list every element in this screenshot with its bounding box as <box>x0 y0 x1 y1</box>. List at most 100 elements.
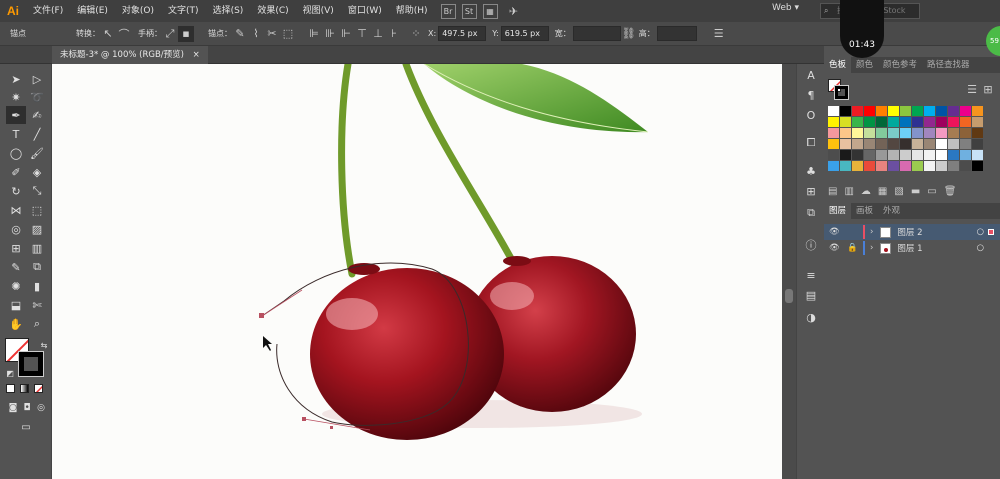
swatch[interactable] <box>840 128 851 138</box>
align-center-icon[interactable]: ⊪ <box>322 26 338 42</box>
shape-builder-tool-icon[interactable]: ◎ <box>6 220 26 238</box>
rotate-tool-icon[interactable]: ↻ <box>6 182 26 200</box>
swatch[interactable] <box>900 161 911 171</box>
target-icon[interactable]: ○ <box>977 227 984 237</box>
align-top-icon[interactable]: ⊤ <box>354 26 370 42</box>
swatch[interactable] <box>972 161 983 171</box>
swatch[interactable] <box>864 128 875 138</box>
screen-mode-icon[interactable]: ▭ <box>16 418 36 436</box>
swatch[interactable] <box>888 117 899 127</box>
swatch[interactable] <box>876 117 887 127</box>
gradient-tool-icon[interactable]: ▥ <box>27 239 47 257</box>
tab-swatches[interactable]: 色板 <box>824 57 852 73</box>
swatch[interactable] <box>852 161 863 171</box>
gradient-panel-icon[interactable]: ▤ <box>801 286 821 304</box>
swatch[interactable] <box>912 161 923 171</box>
free-transform-tool-icon[interactable]: ⬚ <box>27 201 47 219</box>
lock-icon[interactable]: 🔒 <box>847 243 859 253</box>
swatch[interactable] <box>888 161 899 171</box>
reference-point-icon[interactable]: ⁘ <box>408 26 424 42</box>
swatch[interactable] <box>876 128 887 138</box>
workspace-switcher[interactable]: Web ▾ <box>772 3 799 13</box>
swatch[interactable] <box>876 161 887 171</box>
transform-panel-icon[interactable]: ⧠ <box>801 134 821 152</box>
swatch[interactable] <box>960 128 971 138</box>
swatch[interactable] <box>948 150 959 160</box>
menu-help[interactable]: 帮助(H) <box>389 0 435 22</box>
swatch[interactable] <box>948 139 959 149</box>
constrain-icon[interactable]: ⛓ <box>621 26 637 42</box>
artboard-tool-icon[interactable]: ⬓ <box>6 296 26 314</box>
cut-path-icon[interactable]: ✂ <box>264 26 280 42</box>
tab-color[interactable]: 颜色 <box>851 57 878 73</box>
swatch[interactable] <box>948 117 959 127</box>
mesh-tool-icon[interactable]: ⊞ <box>6 239 26 257</box>
menu-select[interactable]: 选择(S) <box>206 0 251 22</box>
swatch[interactable] <box>936 150 947 160</box>
tab-color-guide[interactable]: 颜色参考 <box>878 57 922 73</box>
swatch[interactable] <box>828 128 839 138</box>
swatch[interactable] <box>888 106 899 116</box>
swatch[interactable] <box>924 128 935 138</box>
swatch[interactable] <box>828 150 839 160</box>
lasso-tool-icon[interactable]: ➰ <box>27 88 47 106</box>
swatch-options-icon[interactable]: ▦ <box>878 186 887 197</box>
swatch[interactable] <box>888 139 899 149</box>
symbols-panel-icon[interactable]: ♣ <box>801 162 821 180</box>
swatch[interactable] <box>888 150 899 160</box>
swatch[interactable] <box>840 150 851 160</box>
menu-object[interactable]: 对象(O) <box>115 0 161 22</box>
align-panel-icon[interactable]: ⊞ <box>801 182 821 200</box>
swatch[interactable] <box>936 117 947 127</box>
paintbrush-tool-icon[interactable]: 🖌 <box>27 144 47 162</box>
pen-tool-icon[interactable]: ✒ <box>6 106 26 124</box>
color-group-icon[interactable]: ▧ <box>894 186 903 197</box>
swatch[interactable] <box>924 161 935 171</box>
swatch[interactable] <box>912 139 923 149</box>
eye-icon[interactable]: 👁 <box>829 243 841 253</box>
cloud-library-icon[interactable]: ☁ <box>861 186 871 197</box>
swatch[interactable] <box>936 161 947 171</box>
artboard-canvas[interactable] <box>52 64 782 479</box>
ellipse-tool-icon[interactable]: ◯ <box>6 144 26 162</box>
swatch[interactable] <box>960 150 971 160</box>
stock-button[interactable]: St <box>461 3 477 19</box>
tab-layers[interactable]: 图层 <box>824 203 852 219</box>
width-tool-icon[interactable]: ⋈ <box>6 201 26 219</box>
swatch[interactable] <box>936 139 947 149</box>
transparency-panel-icon[interactable]: ◑ <box>801 308 821 326</box>
slice-tool-icon[interactable]: ✄ <box>27 296 47 314</box>
stroke-panel-icon[interactable]: ≡ <box>801 266 821 284</box>
swatch[interactable] <box>852 150 863 160</box>
target-icon[interactable]: ○ <box>977 243 984 253</box>
line-tool-icon[interactable]: ╱ <box>27 125 47 143</box>
swatch[interactable] <box>972 139 983 149</box>
swatch[interactable] <box>972 150 983 160</box>
swatch[interactable] <box>948 161 959 171</box>
vertical-scrollbar[interactable] <box>782 64 796 479</box>
tab-pathfinder[interactable]: 路径查找器 <box>922 57 975 73</box>
swatch[interactable] <box>864 117 875 127</box>
panel-menu-icon[interactable]: ☰ <box>711 26 727 42</box>
swatch[interactable] <box>888 128 899 138</box>
swatch[interactable] <box>900 106 911 116</box>
swatch[interactable] <box>864 139 875 149</box>
hand-tool-icon[interactable]: ✋ <box>6 315 26 333</box>
layer-row-2[interactable]: 👁 › 图层 2 ○ <box>824 224 1000 240</box>
remove-anchor-icon[interactable]: ✎ <box>232 26 248 42</box>
align-left-icon[interactable]: ⊫ <box>306 26 322 42</box>
bridge-button[interactable]: Br <box>440 3 456 19</box>
swatch[interactable] <box>864 106 875 116</box>
character-panel-icon[interactable]: A <box>801 66 821 84</box>
swatch[interactable] <box>912 150 923 160</box>
swatch-library-icon[interactable]: ▤ <box>828 186 837 197</box>
paragraph-panel-icon[interactable]: ¶ <box>801 86 821 104</box>
default-fill-stroke-icon[interactable]: ◩ <box>0 364 20 382</box>
swatch[interactable] <box>840 106 851 116</box>
y-field[interactable]: 619.5 px <box>500 26 549 41</box>
connect-anchor-icon[interactable]: ⌇ <box>248 26 264 42</box>
swatch[interactable] <box>840 117 851 127</box>
swatch[interactable] <box>948 106 959 116</box>
swatch[interactable] <box>900 117 911 127</box>
swatch[interactable] <box>936 128 947 138</box>
